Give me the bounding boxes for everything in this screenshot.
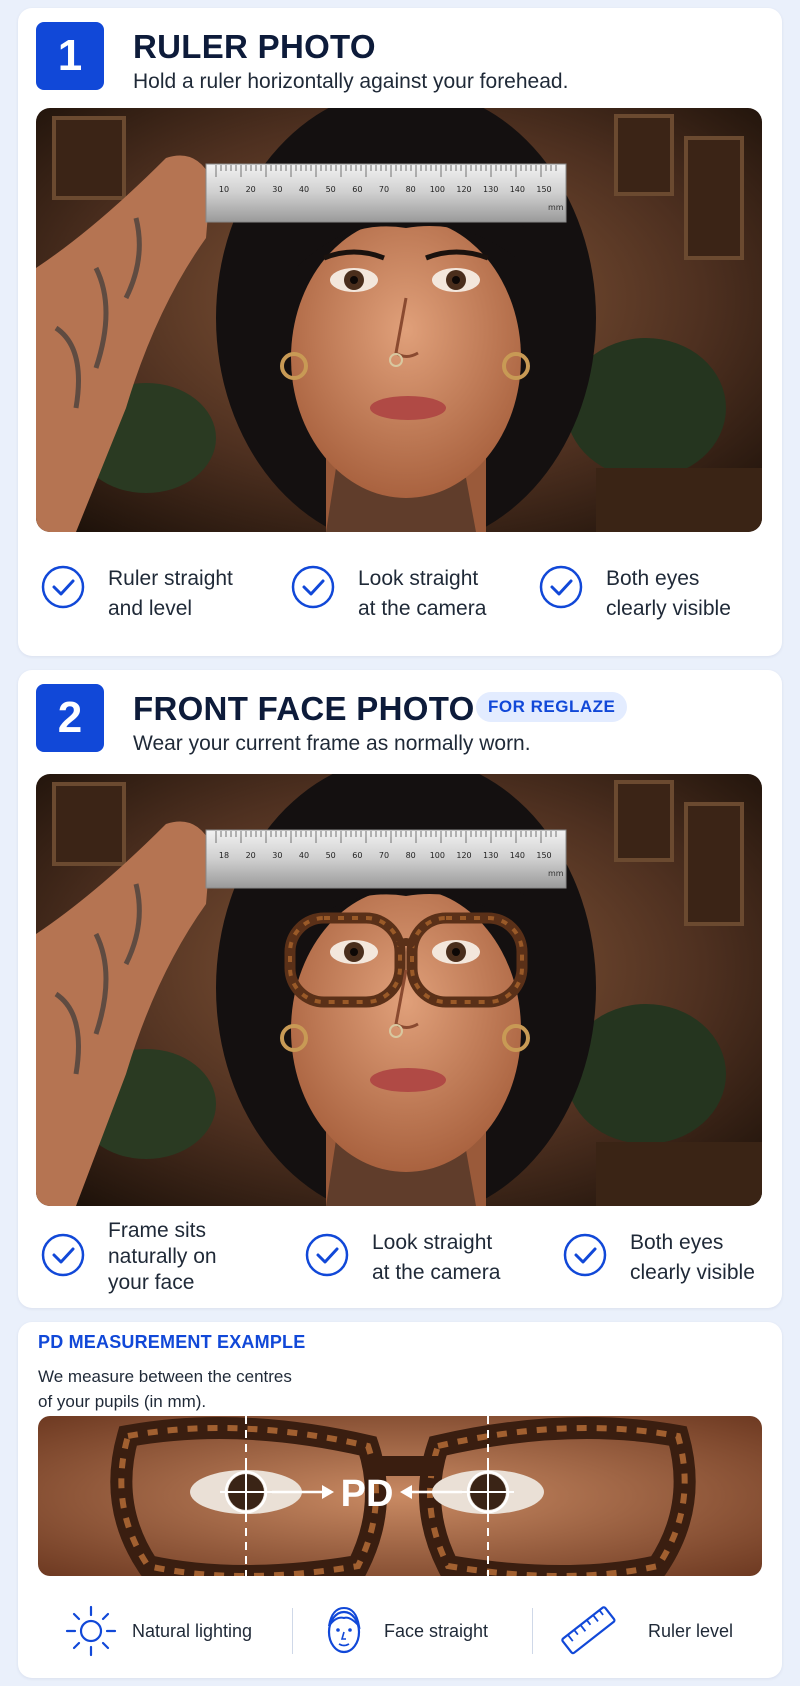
- pd-desc-line: We measure between the centres: [38, 1367, 292, 1386]
- tip-face-straight: Face straight: [320, 1594, 488, 1668]
- check-item-look-straight: Look straight at the camera: [290, 564, 486, 624]
- checkmark-icon: [305, 1233, 349, 1277]
- step-1-card: 1 RULER PHOTO Hold a ruler horizontally …: [18, 8, 782, 656]
- ruler-tick-label: 20: [246, 851, 256, 860]
- ruler-unit-label: mm: [548, 203, 564, 212]
- divider: [532, 1608, 533, 1654]
- ruler-tick-label: 150: [536, 185, 551, 194]
- check-item-frame-sits: Frame sits naturally on your face: [40, 1218, 217, 1296]
- tip-natural-lighting: Natural lighting: [64, 1594, 252, 1668]
- check-item-ruler-straight: Ruler straight and level: [40, 564, 233, 624]
- checkmark-icon: [41, 1233, 85, 1277]
- check-line: clearly visible: [630, 1261, 755, 1284]
- pd-desc-line: of your pupils (in mm).: [38, 1392, 207, 1411]
- ruler-tick-label: 60: [352, 185, 362, 194]
- tips-row: Natural lighting Face straight Ruler lev…: [18, 1594, 782, 1668]
- ruler-tick-label: 100: [430, 851, 445, 860]
- checkmark-icon: [539, 565, 583, 609]
- ruler-photo-image: 10 20 30 40 50 60 70 80 100 120 130 140 150 mm: [36, 108, 762, 532]
- step-subtitle: Wear your current frame as normally worn…: [133, 732, 531, 755]
- checkmark-icon: [291, 565, 335, 609]
- ruler-tick-label: 130: [483, 851, 498, 860]
- ruler-tick-label: 40: [299, 185, 309, 194]
- step-2-card: 2 FRONT FACE PHOTO FOR REGLAZE Wear your…: [18, 670, 782, 1308]
- check-line: at the camera: [372, 1261, 501, 1284]
- step-title: FRONT FACE PHOTO: [133, 690, 475, 727]
- check-item-both-eyes: Both eyes clearly visible: [562, 1218, 755, 1288]
- ruler-tick-label: 120: [456, 185, 471, 194]
- check-line: Both eyes: [630, 1231, 724, 1254]
- ruler-tick-label: 140: [510, 185, 525, 194]
- sun-icon: [65, 1605, 117, 1657]
- tip-label: Natural lighting: [132, 1620, 253, 1641]
- ruler-tick-label: 150: [536, 851, 551, 860]
- check-item-both-eyes: Both eyes clearly visible: [538, 564, 731, 624]
- ruler-tick-label: 70: [379, 185, 389, 194]
- pd-example-card: PD MEASUREMENT EXAMPLE We measure betwee…: [18, 1322, 782, 1678]
- front-face-photo-image: 18 20 30 40 50 60 70 80 100 120 130 140 150 mm: [36, 774, 762, 1206]
- pd-heading: PD MEASUREMENT EXAMPLE: [38, 1332, 306, 1352]
- pd-closeup-image: PD: [38, 1416, 762, 1576]
- ruler-tick-label: 80: [406, 185, 416, 194]
- tip-label: Ruler level: [648, 1620, 734, 1641]
- check-line: and level: [108, 597, 193, 620]
- ruler-tick-label: 80: [406, 851, 416, 860]
- ruler-tick-label: 20: [246, 185, 256, 194]
- pd-description: We measure between the centres of your p…: [38, 1364, 338, 1414]
- ruler-tick-label: 30: [272, 185, 282, 194]
- check-line: Frame sits: [108, 1219, 207, 1242]
- check-line: Ruler straight: [108, 567, 233, 590]
- step-subtitle: Hold a ruler horizontally against your f…: [133, 70, 569, 93]
- checkmark-icon: [41, 565, 85, 609]
- check-item-look-straight: Look straight at the camera: [304, 1218, 500, 1288]
- step-number-badge: 2: [36, 684, 104, 752]
- reglaze-badge: FOR REGLAZE: [476, 692, 628, 722]
- ruler-tick-label: 100: [430, 185, 445, 194]
- check-line: Look straight: [372, 1231, 493, 1254]
- step-title: RULER PHOTO: [133, 28, 376, 65]
- check-line: clearly visible: [606, 597, 731, 620]
- checkmark-icon: [563, 1233, 607, 1277]
- ruler-unit-label: mm: [548, 869, 564, 878]
- tip-label: Face straight: [384, 1620, 489, 1641]
- ruler-tick-label: 140: [510, 851, 525, 860]
- ruler-tick-label: 50: [326, 851, 336, 860]
- check-line: Look straight: [358, 567, 479, 590]
- check-line: at the camera: [358, 597, 487, 620]
- check-line: naturally on: [108, 1245, 217, 1268]
- face-icon: [327, 1606, 361, 1654]
- ruler-tick-label: 130: [483, 185, 498, 194]
- pd-label: PD: [341, 1473, 394, 1515]
- ruler-icon: [561, 1606, 616, 1655]
- ruler-tick-label: 30: [272, 851, 282, 860]
- ruler-tick-label: 70: [379, 851, 389, 860]
- ruler-tick-label: 10: [219, 185, 229, 194]
- ruler-tick-label: 120: [456, 851, 471, 860]
- ruler-tick-label: 60: [352, 851, 362, 860]
- check-line: your face: [108, 1271, 195, 1294]
- divider: [292, 1608, 293, 1654]
- ruler-tick-label: 18: [219, 851, 229, 860]
- check-line: Both eyes: [606, 567, 700, 590]
- tip-ruler-level: Ruler level: [558, 1594, 733, 1668]
- step-number-badge: 1: [36, 22, 104, 90]
- ruler-tick-label: 50: [326, 185, 336, 194]
- ruler-tick-label: 40: [299, 851, 309, 860]
